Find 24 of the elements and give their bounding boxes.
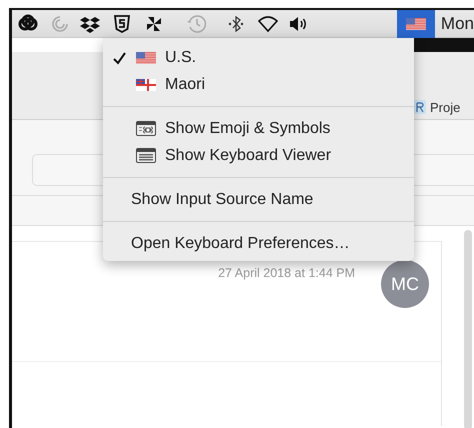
dark-panel <box>414 38 474 52</box>
menu-item[interactable]: Maori <box>103 71 414 98</box>
ring-logo-icon[interactable] <box>18 14 38 34</box>
symbols-window-icon <box>136 121 156 136</box>
shield-icon[interactable] <box>112 14 132 34</box>
tab-label: Proje <box>430 98 460 117</box>
flag-icon <box>136 52 156 64</box>
project-tab[interactable]: Proje <box>414 98 474 119</box>
menu-item[interactable]: U.S. <box>103 44 414 71</box>
scrollbar[interactable] <box>464 230 472 428</box>
bluetooth-icon[interactable] <box>226 14 246 34</box>
avatar: MC <box>381 260 429 308</box>
keyboard-icon <box>136 148 156 163</box>
flag-icon <box>406 18 426 30</box>
menu-item[interactable]: Show Input Source Name <box>103 186 414 213</box>
menu-item[interactable]: Show Emoji & Symbols <box>103 115 414 142</box>
menu-item[interactable]: Show Keyboard Viewer <box>103 142 414 169</box>
wifi-icon[interactable] <box>258 14 278 34</box>
input-source-button[interactable] <box>396 10 435 38</box>
menu-item[interactable]: Open Keyboard Preferences… <box>103 230 414 257</box>
flag-icon <box>136 78 156 90</box>
menu-bar-clock[interactable]: Mon <box>440 10 474 36</box>
message-timestamp: 27 April 2018 at 1:44 PM <box>218 265 355 282</box>
document-icon <box>414 100 426 114</box>
